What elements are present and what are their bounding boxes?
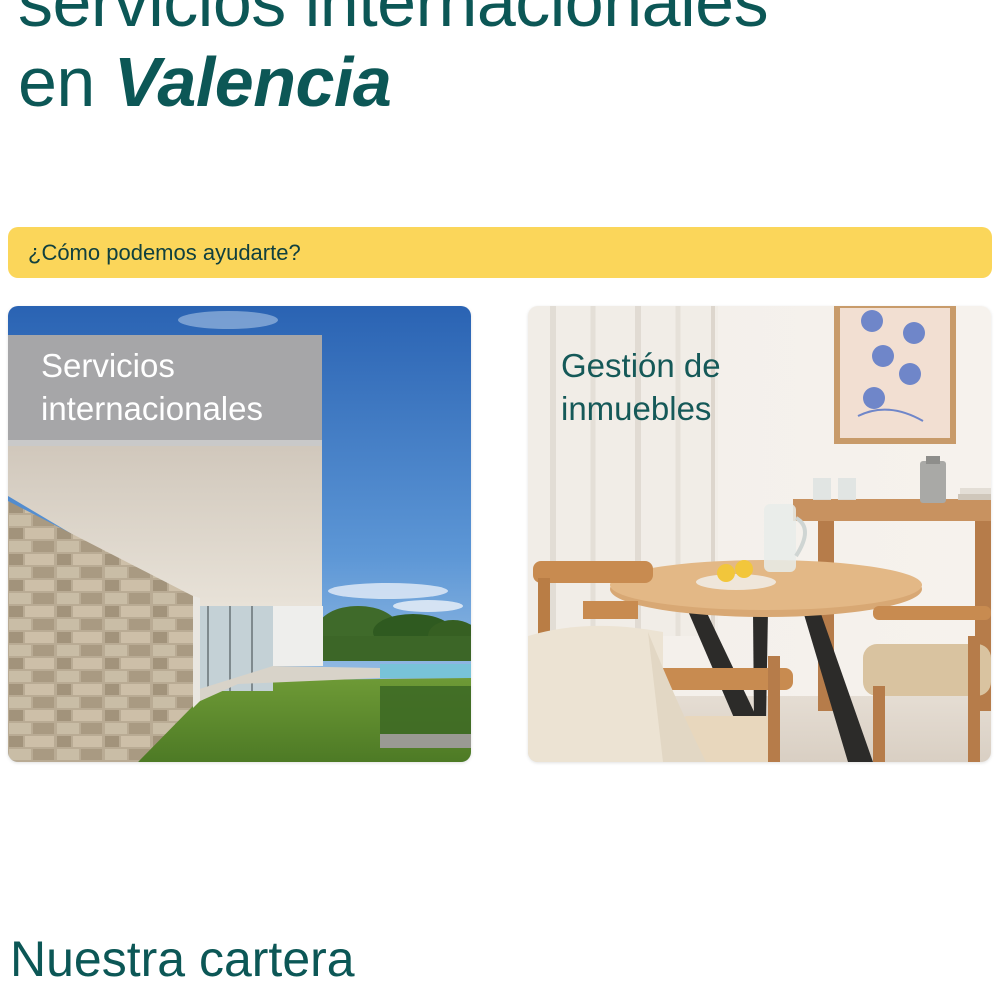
hero-title-city: Valencia	[113, 43, 392, 121]
hero-title: servicios internacionales en Valencia	[18, 0, 769, 122]
card-title-line1: Gestión de	[561, 347, 721, 384]
hero-title-prefix: en	[18, 43, 114, 121]
card-international-services[interactable]: Servicios internacionales	[8, 306, 471, 762]
help-dropdown-label: ¿Cómo podemos ayudarte?	[28, 239, 301, 265]
card-title-line2: internacionales	[41, 390, 263, 427]
hero-title-line2: en Valencia	[18, 42, 768, 122]
hero-title-line1: servicios internacionales	[18, 0, 769, 41]
card-title-line2: inmuebles	[561, 390, 712, 427]
card-title-property-management: Gestión de inmuebles	[561, 344, 721, 430]
card-title-international-services: Servicios internacionales	[41, 344, 263, 430]
card-property-management[interactable]: Gestión de inmuebles	[528, 306, 991, 762]
portfolio-title: Nuestra cartera	[10, 931, 355, 987]
help-dropdown[interactable]: ¿Cómo podemos ayudarte?	[8, 227, 992, 278]
card-title-line1: Servicios	[41, 347, 175, 384]
